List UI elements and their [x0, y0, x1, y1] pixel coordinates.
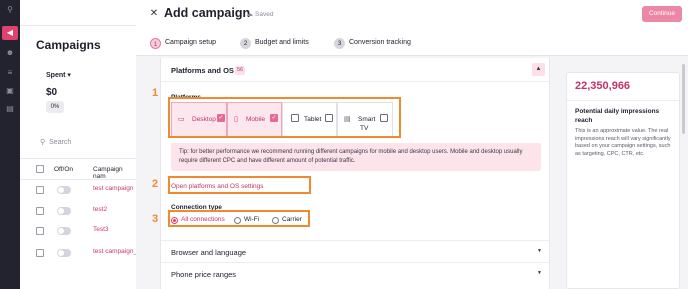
cloud-icon: ☁ [246, 11, 253, 18]
impressions-title: Potential daily impressions reach [575, 108, 660, 124]
users-icon[interactable]: ☻ [5, 48, 15, 58]
saved-label: Saved [255, 11, 274, 18]
drawer-body: Platforms and OS 56 ▲ Platforms ▭ Deskto… [136, 56, 688, 289]
column-campaign-name[interactable]: Campaign nam [93, 166, 136, 180]
drawer-title: Add campaign [164, 6, 251, 20]
impressions-value: 22,350,966 [575, 80, 631, 92]
spent-dropdown[interactable]: Spent ▾ [46, 71, 71, 79]
select-all-checkbox[interactable] [36, 165, 44, 173]
stepper: 1 Campaign setup 2 Budget and limits 3 C… [136, 31, 688, 56]
campaign-name-link[interactable]: test campaign_ [93, 248, 137, 255]
step-label: Conversion tracking [349, 39, 411, 46]
campaign-toggle[interactable] [57, 249, 71, 257]
accordion-phone-price-ranges[interactable]: Phone price ranges ▼ [161, 262, 549, 284]
callout-box-platforms [168, 97, 401, 138]
chevron-down-icon: ▾ [67, 72, 71, 79]
spent-label: Spent [46, 72, 66, 79]
divider [567, 100, 679, 101]
scrollbar[interactable] [682, 64, 685, 134]
tip-message: Tip: for better performance we recommend… [171, 143, 541, 171]
callout-box-connection [168, 210, 310, 227]
impressions-card: 22,350,966 Potential daily impressions r… [566, 72, 680, 289]
row-checkbox[interactable] [36, 249, 44, 257]
campaigns-page-background: Campaigns Spent ▾ $0 0% ⚲ Search Off/On C… [20, 0, 137, 289]
page-title: Campaigns [36, 38, 101, 52]
table-row[interactable]: test2 [20, 201, 136, 221]
accordion-browser-and-language[interactable]: Browser and language ▼ [161, 240, 549, 262]
table-header: Off/On Campaign nam [20, 158, 136, 180]
close-icon[interactable]: ✕ [148, 7, 160, 21]
row-checkbox[interactable] [36, 186, 44, 194]
section-title: Platforms and OS [171, 66, 234, 75]
impressions-description: This is an approximate value. The real i… [575, 128, 671, 157]
step-number: 3 [334, 38, 345, 49]
table-row[interactable]: test campaign [20, 180, 136, 200]
search-placeholder: Search [49, 139, 72, 146]
campaign-name-link[interactable]: test2 [93, 206, 107, 213]
row-checkbox[interactable] [36, 227, 44, 235]
step-label: Budget and limits [255, 39, 309, 46]
platforms-section-header[interactable]: Platforms and OS 56 ▲ [161, 58, 549, 82]
row-checkbox[interactable] [36, 207, 44, 215]
chart-icon[interactable]: ≡ [5, 68, 15, 78]
chevron-down-icon: ▼ [537, 270, 542, 276]
campaign-toggle[interactable] [57, 227, 71, 235]
step-label: Campaign setup [165, 39, 216, 46]
chevron-down-icon: ▼ [537, 248, 542, 254]
campaign-toggle[interactable] [57, 207, 71, 215]
settings-panel: Platforms and OS 56 ▲ Platforms ▭ Deskto… [160, 58, 550, 289]
section-count-badge: 56 [235, 66, 246, 75]
document-icon[interactable]: ▣ [5, 86, 15, 96]
top-bar [20, 0, 136, 26]
table-row[interactable]: Test3 [20, 221, 136, 241]
campaign-name-link[interactable]: test campaign [93, 185, 133, 192]
search-input[interactable]: ⚲ Search [40, 138, 71, 146]
table-row[interactable]: test campaign_ [20, 243, 137, 263]
column-onoff: Off/On [54, 166, 74, 173]
add-campaign-drawer: ✕ Add campaign ☁ Saved Continue 1 Campaig… [136, 0, 688, 289]
campaign-toggle[interactable] [57, 186, 71, 194]
callout-box-open-settings [168, 176, 311, 194]
file-icon[interactable]: ▤ [5, 104, 15, 114]
spent-value: $0 [46, 87, 58, 98]
drawer-header: ✕ Add campaign ☁ Saved Continue [136, 0, 688, 31]
key-icon[interactable]: ⚲ [5, 5, 15, 15]
campaign-name-link[interactable]: Test3 [93, 226, 109, 233]
callout-number: 1 [152, 87, 159, 99]
continue-button[interactable]: Continue [642, 6, 682, 22]
step-number: 2 [240, 38, 251, 49]
callout-number: 2 [152, 178, 159, 190]
search-icon: ⚲ [40, 139, 46, 146]
callout-number: 3 [152, 213, 159, 225]
left-rail: ⚲ ◀ ☻ ≡ ▣ ▤ [0, 0, 20, 289]
megaphone-icon[interactable]: ◀ [2, 26, 18, 40]
spent-pct-badge: 0% [46, 101, 64, 113]
saved-status: ☁ Saved [246, 10, 273, 18]
accordion-label: Browser and language [171, 248, 247, 257]
accordion-label: Phone price ranges [171, 270, 237, 279]
chevron-up-icon[interactable]: ▲ [532, 63, 545, 76]
step-number: 1 [150, 38, 161, 49]
